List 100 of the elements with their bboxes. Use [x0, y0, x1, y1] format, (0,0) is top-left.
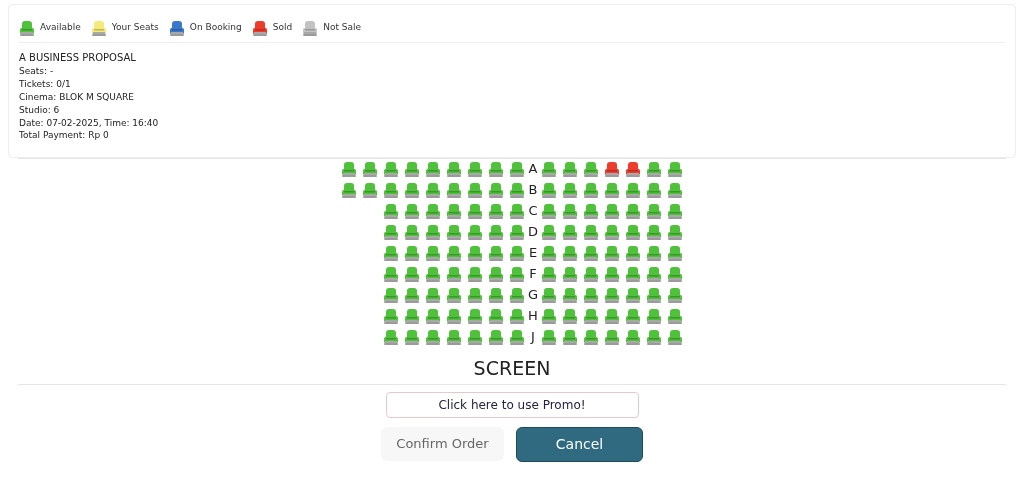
seat-icon[interactable]	[625, 245, 641, 261]
seat-icon[interactable]	[467, 161, 483, 177]
seat-icon[interactable]	[446, 329, 462, 345]
seat-icon[interactable]	[541, 308, 557, 324]
seat-icon[interactable]	[583, 287, 599, 303]
seat-icon[interactable]	[562, 203, 578, 219]
seat-icon[interactable]	[404, 308, 420, 324]
seat-icon[interactable]	[541, 329, 557, 345]
seat-icon[interactable]	[604, 329, 620, 345]
seat-icon[interactable]	[604, 224, 620, 240]
seat-icon[interactable]	[646, 245, 662, 261]
seat-icon[interactable]	[488, 182, 504, 198]
seat-icon[interactable]	[488, 308, 504, 324]
seat-icon[interactable]	[446, 266, 462, 282]
seat-icon[interactable]	[467, 308, 483, 324]
seat-icon[interactable]	[604, 161, 620, 177]
seat-icon[interactable]	[383, 308, 399, 324]
seat-icon[interactable]	[583, 329, 599, 345]
seat-icon[interactable]	[488, 287, 504, 303]
confirm-order-button[interactable]: Confirm Order	[381, 426, 504, 461]
seat-icon[interactable]	[383, 245, 399, 261]
seat-icon[interactable]	[667, 287, 683, 303]
seat-icon[interactable]	[446, 203, 462, 219]
seat-icon[interactable]	[604, 308, 620, 324]
seat-icon[interactable]	[383, 266, 399, 282]
seat-icon[interactable]	[646, 308, 662, 324]
seat-icon[interactable]	[467, 224, 483, 240]
seat-icon[interactable]	[488, 224, 504, 240]
seat-icon[interactable]	[541, 203, 557, 219]
seat-icon[interactable]	[604, 287, 620, 303]
seat-icon[interactable]	[509, 203, 525, 219]
seat-icon[interactable]	[541, 182, 557, 198]
seat-icon[interactable]	[583, 182, 599, 198]
seat-icon[interactable]	[341, 182, 357, 198]
seat-icon[interactable]	[467, 203, 483, 219]
seat-icon[interactable]	[467, 329, 483, 345]
seat-icon[interactable]	[625, 182, 641, 198]
seat-icon[interactable]	[667, 203, 683, 219]
seat-icon[interactable]	[404, 287, 420, 303]
seat-icon[interactable]	[509, 182, 525, 198]
seat-icon[interactable]	[446, 182, 462, 198]
seat-icon[interactable]	[425, 161, 441, 177]
seat-icon[interactable]	[562, 161, 578, 177]
seat-icon[interactable]	[488, 266, 504, 282]
seat-icon[interactable]	[541, 245, 557, 261]
seat-icon[interactable]	[383, 203, 399, 219]
seat-icon[interactable]	[646, 161, 662, 177]
seat-icon[interactable]	[383, 287, 399, 303]
seat-icon[interactable]	[667, 161, 683, 177]
seat-icon[interactable]	[362, 161, 378, 177]
seat-icon[interactable]	[467, 182, 483, 198]
seat-icon[interactable]	[425, 308, 441, 324]
seat-icon[interactable]	[446, 245, 462, 261]
seat-icon[interactable]	[583, 161, 599, 177]
seat-icon[interactable]	[425, 224, 441, 240]
seat-icon[interactable]	[467, 245, 483, 261]
seat-icon[interactable]	[646, 266, 662, 282]
seat-icon[interactable]	[625, 161, 641, 177]
seat-icon[interactable]	[509, 266, 525, 282]
seat-icon[interactable]	[446, 161, 462, 177]
seat-icon[interactable]	[646, 287, 662, 303]
seat-icon[interactable]	[425, 266, 441, 282]
seat-icon[interactable]	[646, 224, 662, 240]
seat-icon[interactable]	[383, 182, 399, 198]
seat-icon[interactable]	[488, 203, 504, 219]
promo-button[interactable]: Click here to use Promo!	[385, 391, 639, 418]
seat-icon[interactable]	[425, 329, 441, 345]
seat-icon[interactable]	[604, 245, 620, 261]
seat-icon[interactable]	[509, 287, 525, 303]
seat-icon[interactable]	[541, 224, 557, 240]
seat-icon[interactable]	[562, 224, 578, 240]
seat-icon[interactable]	[425, 287, 441, 303]
cancel-button[interactable]: Cancel	[516, 426, 643, 462]
seat-icon[interactable]	[583, 308, 599, 324]
seat-icon[interactable]	[341, 161, 357, 177]
seat-icon[interactable]	[562, 245, 578, 261]
seat-icon[interactable]	[625, 266, 641, 282]
seat-icon[interactable]	[604, 203, 620, 219]
seat-icon[interactable]	[646, 182, 662, 198]
seat-icon[interactable]	[541, 287, 557, 303]
seat-icon[interactable]	[446, 308, 462, 324]
seat-icon[interactable]	[509, 308, 525, 324]
seat-icon[interactable]	[383, 329, 399, 345]
seat-icon[interactable]	[667, 329, 683, 345]
seat-icon[interactable]	[583, 224, 599, 240]
seat-icon[interactable]	[509, 224, 525, 240]
seat-icon[interactable]	[604, 266, 620, 282]
seat-icon[interactable]	[446, 287, 462, 303]
seat-icon[interactable]	[509, 329, 525, 345]
seat-icon[interactable]	[541, 161, 557, 177]
seat-icon[interactable]	[667, 266, 683, 282]
seat-icon[interactable]	[467, 287, 483, 303]
seat-icon[interactable]	[667, 245, 683, 261]
seat-icon[interactable]	[404, 224, 420, 240]
seat-icon[interactable]	[425, 245, 441, 261]
seat-icon[interactable]	[362, 182, 378, 198]
seat-icon[interactable]	[488, 329, 504, 345]
seat-icon[interactable]	[625, 329, 641, 345]
seat-icon[interactable]	[383, 161, 399, 177]
seat-icon[interactable]	[562, 308, 578, 324]
